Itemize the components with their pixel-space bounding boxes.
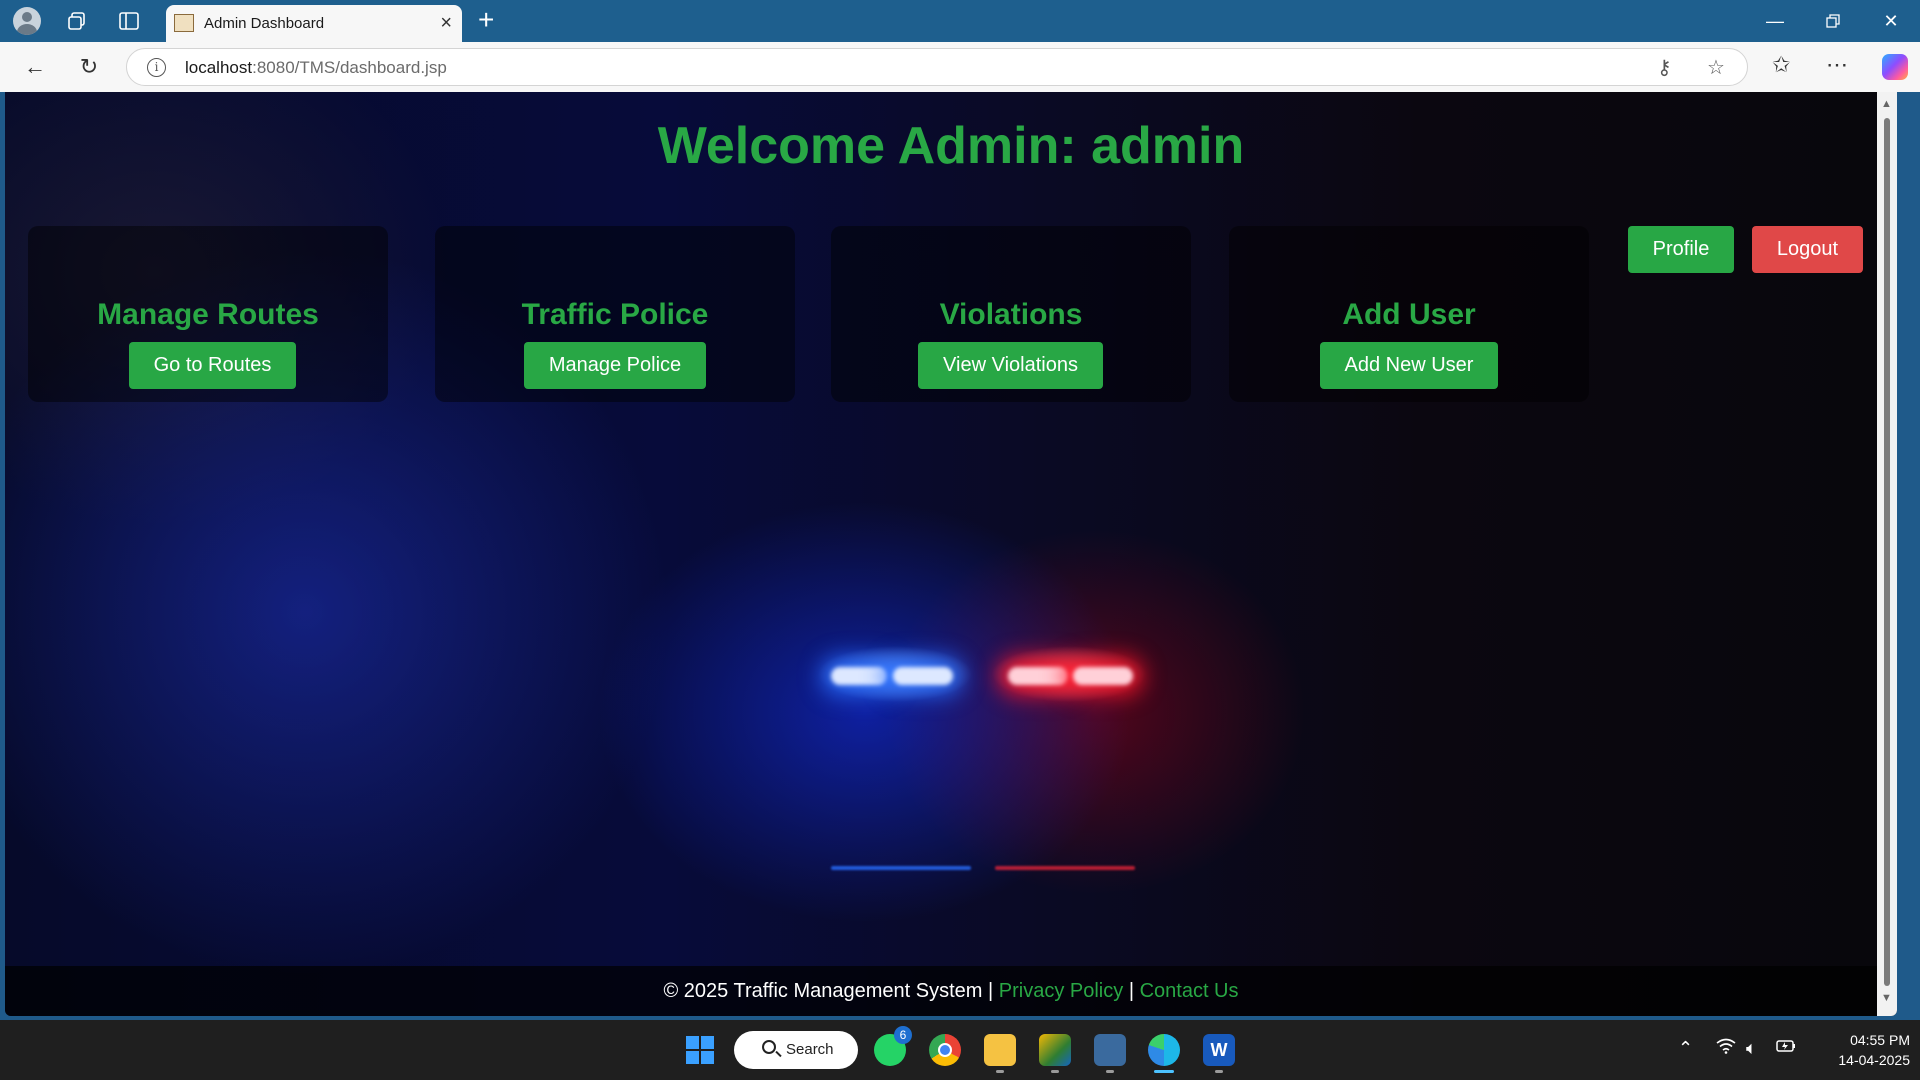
card-add-user: Add User Add New User — [1229, 226, 1589, 402]
card-title-manage-routes: Manage Routes — [97, 298, 319, 331]
virtualbox-icon[interactable] — [1039, 1034, 1071, 1066]
card-title-violations: Violations — [939, 298, 1083, 331]
url-text[interactable]: localhost:8080/TMS/dashboard.jsp — [185, 58, 447, 78]
url-host: localhost — [185, 58, 253, 77]
clock-time: 04:55 PM — [1850, 1032, 1910, 1048]
chrome-icon[interactable] — [929, 1034, 961, 1066]
new-tab-icon[interactable]: + — [478, 4, 494, 36]
wifi-icon[interactable] — [1716, 1038, 1736, 1059]
footer-separator: | — [1128, 980, 1135, 1002]
word-icon[interactable]: W — [1203, 1034, 1235, 1066]
restore-icon[interactable] — [1810, 6, 1856, 36]
back-arrow-icon[interactable]: ← — [20, 52, 50, 82]
card-title-add-user: Add User — [1342, 298, 1476, 331]
mysql-workbench-icon[interactable] — [1094, 1034, 1126, 1066]
workspaces-icon[interactable] — [62, 6, 92, 36]
url-path: :8080/TMS/dashboard.jsp — [252, 58, 447, 77]
whatsapp-icon[interactable]: 6 — [874, 1026, 912, 1066]
manage-police-button[interactable]: Manage Police — [524, 342, 706, 389]
tab-admin-dashboard[interactable]: Admin Dashboard × — [166, 5, 462, 42]
card-title-traffic-police: Traffic Police — [521, 298, 709, 331]
edge-icon[interactable] — [1148, 1034, 1180, 1066]
clock-date: 14-04-2025 — [1838, 1052, 1910, 1068]
vertical-tabs-icon[interactable] — [114, 6, 144, 36]
show-hidden-icons-chevron-icon[interactable]: ⌃ — [1678, 1038, 1693, 1059]
windows-start-icon[interactable] — [684, 1034, 716, 1066]
volume-icon[interactable]: 🔈︎ — [1746, 1038, 1757, 1059]
page-scrollbar[interactable]: ▲ ▼ — [1877, 92, 1897, 1016]
add-new-user-button[interactable]: Add New User — [1320, 342, 1498, 389]
card-traffic-police: Traffic Police Manage Police — [435, 226, 795, 402]
privacy-policy-link[interactable]: Privacy Policy — [999, 980, 1123, 1002]
page-viewport: Welcome Admin: admin Manage Routes Go to… — [5, 92, 1897, 1016]
profile-button[interactable]: Profile — [1628, 226, 1734, 273]
whatsapp-badge: 6 — [894, 1026, 912, 1044]
favorites-icon[interactable]: ✩ — [1772, 52, 1790, 78]
footer-copyright: © 2025 Traffic Management System | — [663, 980, 994, 1002]
address-bar[interactable]: i localhost:8080/TMS/dashboard.jsp ⚷ ☆ — [126, 48, 1748, 86]
tab-title: Admin Dashboard — [204, 15, 325, 32]
go-to-routes-button[interactable]: Go to Routes — [129, 342, 296, 389]
scroll-up-arrow-icon[interactable]: ▲ — [1881, 98, 1892, 110]
windows-taskbar: Search 6 W ⌃ 🔈︎ 04:55 PM 14-04-2025 — [0, 1020, 1920, 1080]
welcome-heading: Welcome Admin: admin — [657, 117, 1245, 175]
contact-us-link[interactable]: Contact Us — [1140, 980, 1239, 1002]
search-icon — [762, 1040, 776, 1054]
card-manage-routes: Manage Routes Go to Routes — [28, 226, 388, 402]
site-info-icon[interactable]: i — [147, 58, 166, 77]
system-clock[interactable]: 04:55 PM 14-04-2025 — [1810, 1030, 1910, 1070]
page-footer: © 2025 Traffic Management System | Priva… — [5, 966, 1897, 1016]
reload-icon[interactable]: ↻ — [74, 52, 104, 82]
battery-icon[interactable] — [1776, 1038, 1796, 1059]
site-favicon-icon — [174, 14, 194, 32]
taskbar-search-label: Search — [786, 1041, 834, 1058]
close-tab-icon[interactable]: × — [440, 11, 452, 35]
address-toolbar: ← ↻ i localhost:8080/TMS/dashboard.jsp ⚷… — [0, 42, 1920, 92]
browser-tab-bar: Admin Dashboard × + — ✕ — [0, 0, 1920, 42]
card-violations: Violations View Violations — [831, 226, 1191, 402]
view-violations-button[interactable]: View Violations — [918, 342, 1103, 389]
logout-button[interactable]: Logout — [1752, 226, 1863, 273]
profile-avatar-icon[interactable] — [12, 6, 42, 36]
close-window-icon[interactable]: ✕ — [1868, 6, 1914, 36]
file-explorer-icon[interactable] — [984, 1034, 1016, 1066]
favorite-star-icon[interactable]: ☆ — [1707, 55, 1725, 80]
scrollbar-thumb[interactable] — [1884, 118, 1890, 986]
more-options-icon[interactable]: ⋯ — [1826, 52, 1848, 78]
key-icon[interactable]: ⚷ — [1657, 55, 1672, 80]
copilot-icon[interactable] — [1882, 54, 1908, 80]
taskbar-search[interactable]: Search — [734, 1031, 858, 1069]
minimize-icon[interactable]: — — [1752, 6, 1798, 36]
scroll-down-arrow-icon[interactable]: ▼ — [1881, 992, 1892, 1004]
